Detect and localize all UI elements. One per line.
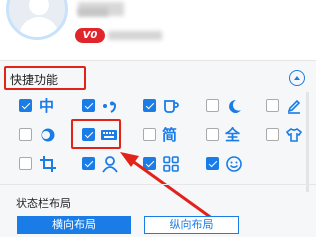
statusbar-layout-title: 状态栏布局 xyxy=(16,198,71,210)
divider xyxy=(0,184,316,185)
horizontal-layout-button[interactable]: 横向布局 xyxy=(17,216,131,234)
vertical-layout-button[interactable]: 纵向布局 xyxy=(144,216,239,234)
scrollbar[interactable] xyxy=(306,92,309,192)
